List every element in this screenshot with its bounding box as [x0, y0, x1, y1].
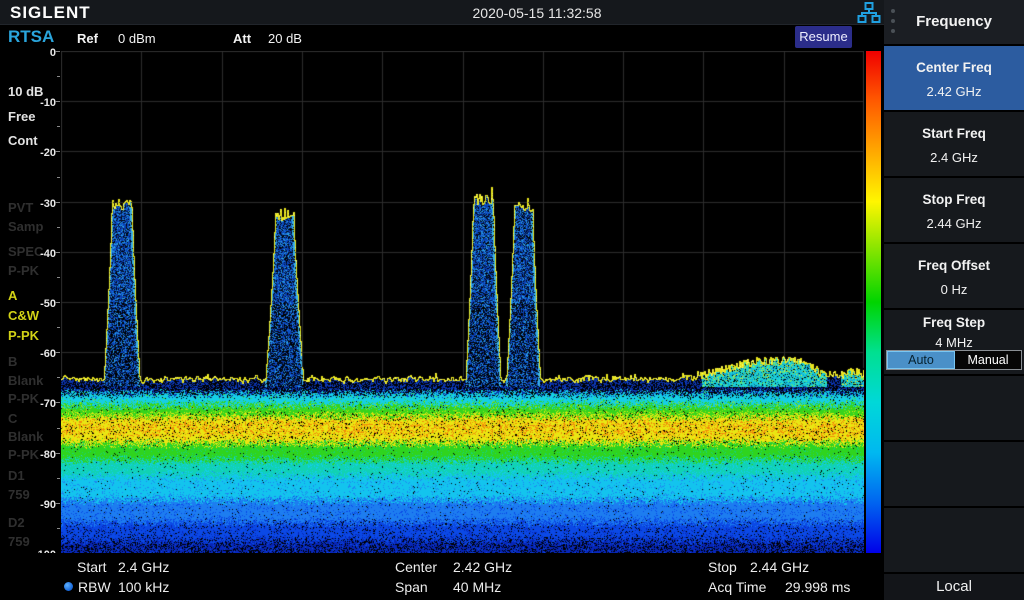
ref-level-label: Ref: [77, 31, 98, 46]
trace-annotation: D1: [8, 468, 25, 484]
y-axis-tick: [55, 202, 60, 203]
amplitude-colorbar: [866, 51, 881, 553]
y-axis-label: -90: [0, 499, 56, 511]
y-axis-tick: [57, 478, 60, 479]
trace-annotation: Blank: [8, 429, 43, 445]
y-axis-label: -40: [0, 248, 56, 260]
y-axis-tick: [55, 352, 60, 353]
start-freq-value: 2.4 GHz: [118, 559, 169, 576]
sidebar-item-empty: [884, 442, 1024, 506]
y-axis-label: -70: [0, 398, 56, 410]
rbw-marker-icon: [64, 582, 73, 591]
freq-step-mode-toggle: AutoManual: [886, 350, 1022, 370]
y-axis-label: -30: [0, 198, 56, 210]
y-axis-tick: [57, 528, 60, 529]
menu-title: Frequency: [884, 0, 1024, 44]
trace-annotation: C: [8, 411, 17, 427]
trace-annotation: Samp: [8, 219, 43, 235]
y-axis-tick: [57, 227, 60, 228]
span-label: Span: [395, 579, 428, 596]
menu-grip-dots-icon: [891, 9, 895, 39]
y-axis-tick: [57, 277, 60, 278]
freq-step-manual-option[interactable]: Manual: [955, 351, 1021, 369]
y-axis-tick: [57, 377, 60, 378]
y-axis-label: -60: [0, 348, 56, 360]
y-axis-tick: [55, 453, 60, 454]
trace-annotation: P-PK: [8, 328, 39, 344]
brand-logo: SIGLENT: [10, 3, 91, 23]
menu-item-label: Start Freq: [884, 112, 1024, 141]
acq-time-label: Acq Time: [708, 579, 766, 596]
freq-step-auto-option[interactable]: Auto: [887, 351, 955, 369]
sidebar-item-freq-step[interactable]: Freq Step 4 MHzAutoManual: [884, 310, 1024, 374]
y-axis-tick: [55, 51, 60, 52]
menu-item-label: Stop Freq: [884, 178, 1024, 207]
y-axis-tick: [57, 428, 60, 429]
y-axis-tick: [55, 302, 60, 303]
trace-annotation: D2: [8, 515, 25, 531]
mode-label: RTSA: [8, 27, 54, 47]
center-freq-label: Center: [395, 559, 437, 576]
ref-level-value: 0 dBm: [118, 31, 156, 46]
trace-annotation: C&W: [8, 308, 39, 324]
menu-header: Frequency: [884, 0, 1024, 44]
sidebar-item-empty: [884, 376, 1024, 440]
menu-item-value: 2.44 GHz: [884, 216, 1024, 231]
menu-item-label: Center Freq: [884, 46, 1024, 75]
menu-item-label: Freq Step: [884, 310, 1024, 330]
menu-item-value: 0 Hz: [884, 282, 1024, 297]
local-button[interactable]: Local: [884, 574, 1024, 600]
y-axis-tick: [55, 151, 60, 152]
y-axis-tick: [57, 327, 60, 328]
stop-freq-value: 2.44 GHz: [750, 559, 809, 576]
sidebar-menu-cells: Center Freq 2.42 GHz Start Freq 2.4 GHz Stop…: [884, 46, 1024, 572]
attenuation-label: Att: [233, 31, 251, 46]
menu-item-value: 4 MHz: [884, 335, 1024, 350]
spectrum-analyzer-screen: SIGLENT 2020-05-15 11:32:58 RTSA Ref 0 d…: [0, 0, 1024, 600]
menu-item-value: 2.42 GHz: [884, 84, 1024, 99]
center-freq-value: 2.42 GHz: [453, 559, 512, 576]
y-axis-label: 0: [0, 47, 56, 59]
status-bar: Start 2.4 GHz RBW 100 kHz Center 2.42 GH…: [0, 553, 884, 600]
measurement-bar: RTSA Ref 0 dBm Att 20 dB Resume: [0, 25, 884, 51]
sidebar-item-freq-offset[interactable]: Freq Offset 0 Hz: [884, 244, 1024, 308]
y-axis-label: -10: [0, 97, 56, 109]
y-axis-label: -80: [0, 449, 56, 461]
spectrum-display: [61, 51, 864, 553]
span-value: 40 MHz: [453, 579, 501, 596]
acq-time-value: 29.998 ms: [785, 579, 850, 596]
trace-annotation: Blank: [8, 373, 43, 389]
start-freq-label: Start: [77, 559, 107, 576]
resume-button[interactable]: Resume: [795, 26, 852, 48]
top-bar: SIGLENT 2020-05-15 11:32:58: [0, 0, 884, 25]
y-axis-tick: [57, 76, 60, 77]
sidebar-item-start-freq[interactable]: Start Freq 2.4 GHz: [884, 112, 1024, 176]
sidebar-item-center-freq[interactable]: Center Freq 2.42 GHz: [884, 46, 1024, 110]
sidebar-item-empty: [884, 508, 1024, 572]
y-axis-label: -50: [0, 298, 56, 310]
soft-menu-sidebar: Frequency Center Freq 2.42 GHz Start Freq 2…: [884, 0, 1024, 600]
rbw-value: 100 kHz: [118, 579, 169, 596]
lan-network-icon: [857, 2, 881, 24]
trace-annotation: 759: [8, 534, 30, 550]
y-axis-label: -20: [0, 147, 56, 159]
y-axis-tick: [55, 252, 60, 253]
trace-annotation: Free: [8, 109, 35, 125]
attenuation-value: 20 dB: [268, 31, 302, 46]
y-axis-tick: [55, 503, 60, 504]
stop-freq-label: Stop: [708, 559, 737, 576]
menu-item-value: 2.4 GHz: [884, 150, 1024, 165]
trace-annotation: P-PK: [8, 263, 39, 279]
sidebar-item-stop-freq[interactable]: Stop Freq 2.44 GHz: [884, 178, 1024, 242]
y-axis-tick: [57, 177, 60, 178]
y-axis-tick: [55, 101, 60, 102]
y-axis-tick: [55, 402, 60, 403]
datetime-display: 2020-05-15 11:32:58: [473, 5, 602, 21]
menu-item-label: Freq Offset: [884, 244, 1024, 273]
rbw-label: RBW: [78, 579, 111, 596]
y-axis-tick: [57, 126, 60, 127]
